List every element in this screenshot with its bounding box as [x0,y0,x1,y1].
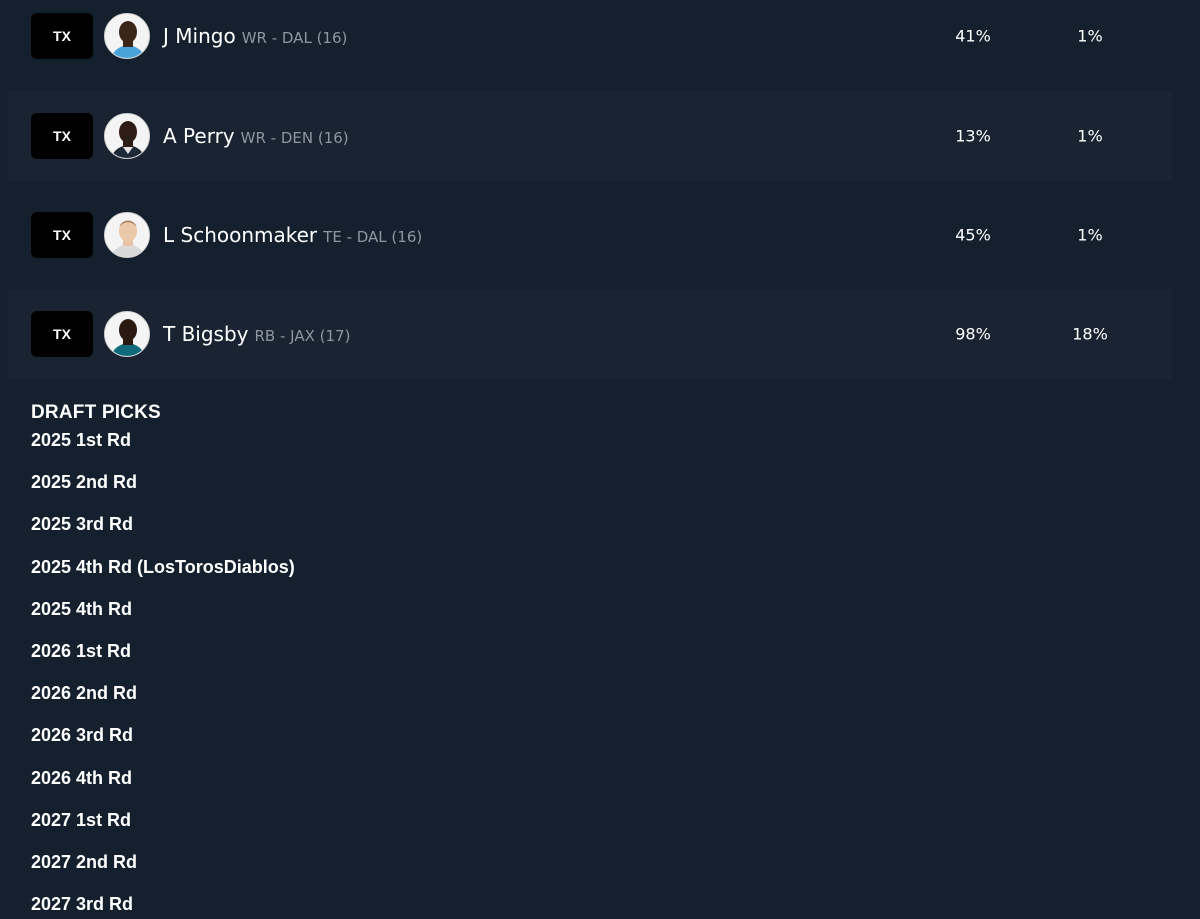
draft-picks-list: 2025 1st Rd 2025 2nd Rd 2025 3rd Rd 2025… [31,430,295,919]
player-name[interactable]: J Mingo [163,24,236,48]
player-avatar[interactable] [104,113,150,159]
draft-pick-item: 2026 3rd Rd [31,725,134,746]
stat-start-pct: 1% [1077,26,1103,46]
player-position-team: TE - DAL (16) [323,228,423,246]
draft-pick-item: 2025 2nd Rd [31,472,138,493]
player-headshot-icon [105,114,149,158]
player-avatar[interactable] [104,13,150,59]
player-info: A Perry WR - DEN (16) [163,124,349,148]
draft-picks-heading: DRAFT PICKS [31,402,161,423]
player-position-team: WR - DEN (16) [240,129,349,147]
player-avatar[interactable] [104,212,150,258]
player-headshot-icon [105,213,149,257]
player-avatar[interactable] [104,311,150,357]
trade-button[interactable]: TX [31,311,93,357]
player-name[interactable]: L Schoonmaker [163,223,317,247]
stat-start-pct: 18% [1072,324,1108,344]
stat-rostered-pct: 41% [955,26,991,46]
player-name[interactable]: T Bigsby [163,322,249,346]
draft-pick-item: 2025 4th Rd [31,598,133,619]
roster-page: TX J Mingo WR - DAL (16) 41% 1% TX A Per… [0,0,1200,919]
draft-picks-section: DRAFT PICKS 2025 1st Rd 2025 2nd Rd 2025… [31,402,295,919]
draft-pick-item: 2025 4th Rd (LosTorosDiablos) [31,556,295,577]
draft-pick-item: 2026 1st Rd [31,640,132,661]
draft-pick-item: 2027 1st Rd [31,809,132,830]
player-info: L Schoonmaker TE - DAL (16) [163,223,422,247]
stat-rostered-pct: 45% [955,225,991,245]
player-headshot-icon [105,14,149,58]
player-row: TX A Perry WR - DEN (16) 13% 1% [8,91,1172,181]
player-headshot-icon [105,312,149,356]
trade-button[interactable]: TX [31,212,93,258]
stat-rostered-pct: 13% [955,126,991,146]
player-name[interactable]: A Perry [163,124,235,148]
stat-start-pct: 1% [1077,126,1103,146]
player-position-team: WR - DAL (16) [241,29,348,47]
draft-pick-item: 2025 3rd Rd [31,514,134,535]
player-row: TX L Schoonmaker TE - DAL (16) 45% 1% [8,190,1172,280]
stat-rostered-pct: 98% [955,324,991,344]
player-row: TX J Mingo WR - DAL (16) 41% 1% [8,0,1172,81]
draft-pick-item: 2026 2nd Rd [31,683,138,704]
draft-pick-item: 2026 4th Rd [31,767,133,788]
draft-pick-item: 2027 3rd Rd [31,894,134,915]
stat-start-pct: 1% [1077,225,1103,245]
draft-pick-item: 2027 2nd Rd [31,851,138,872]
trade-button[interactable]: TX [31,113,93,159]
trade-button[interactable]: TX [31,13,93,59]
draft-pick-item: 2025 1st Rd [31,430,132,450]
player-info: J Mingo WR - DAL (16) [163,24,347,48]
player-row: TX T Bigsby RB - JAX (17) 98% 18% [8,289,1172,379]
player-info: T Bigsby RB - JAX (17) [163,322,350,346]
player-position-team: RB - JAX (17) [254,327,351,345]
